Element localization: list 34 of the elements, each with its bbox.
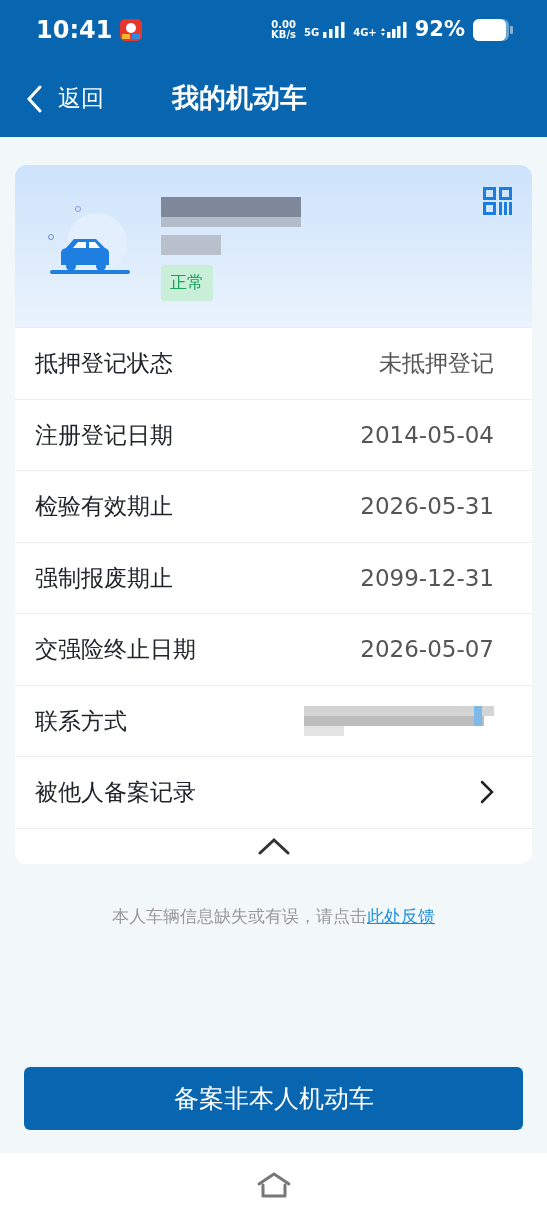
record-row[interactable]: 被他人备案记录 — [15, 756, 532, 828]
row-value: 2014-05-04 — [360, 420, 494, 450]
page-title: 我的机动车 — [172, 81, 307, 116]
row-label: 检验有效期止 — [35, 492, 173, 521]
row-label: 注册登记日期 — [35, 420, 173, 450]
network-type: 4G+ — [353, 28, 377, 38]
network-type: 5G — [304, 28, 320, 38]
row-value: 2026-05-07 — [360, 635, 494, 664]
row-label: 强制报废期止 — [35, 563, 173, 593]
clock: 10:41 — [36, 15, 113, 46]
row-label: 被他人备案记录 — [35, 778, 196, 807]
row-value: 2099-12-31 — [360, 563, 494, 593]
network-speed: 0.00 — [271, 19, 296, 30]
collapse-icon[interactable] — [257, 837, 290, 855]
back-icon — [26, 84, 42, 113]
battery-icon — [473, 19, 513, 41]
home-icon[interactable] — [255, 1171, 292, 1199]
battery-percent: 92% — [414, 16, 465, 44]
feedback-link[interactable]: 此处反馈 — [367, 905, 435, 926]
back-button[interactable]: 返回 — [26, 81, 104, 116]
row-value: 未抵押登记 — [379, 349, 494, 378]
register-vehicle-button[interactable]: 备案非本人机动车 — [24, 1067, 523, 1130]
feedback-text: 本人车辆信息缺失或有误，请点击 — [112, 905, 367, 926]
row-label: 交强险终止日期 — [35, 635, 196, 664]
signal-icon — [323, 22, 346, 38]
row-label: 联系方式 — [35, 706, 127, 736]
app-notification-icon — [120, 19, 143, 41]
signal-icon — [380, 22, 407, 38]
row-label: 抵押登记状态 — [35, 349, 173, 378]
network-speed-unit: KB/s — [271, 30, 296, 41]
qr-code-icon[interactable] — [483, 187, 512, 215]
chevron-right-icon — [480, 780, 494, 805]
status-tag: 正常 — [161, 265, 213, 301]
row-value: 2026-05-31 — [360, 492, 494, 521]
